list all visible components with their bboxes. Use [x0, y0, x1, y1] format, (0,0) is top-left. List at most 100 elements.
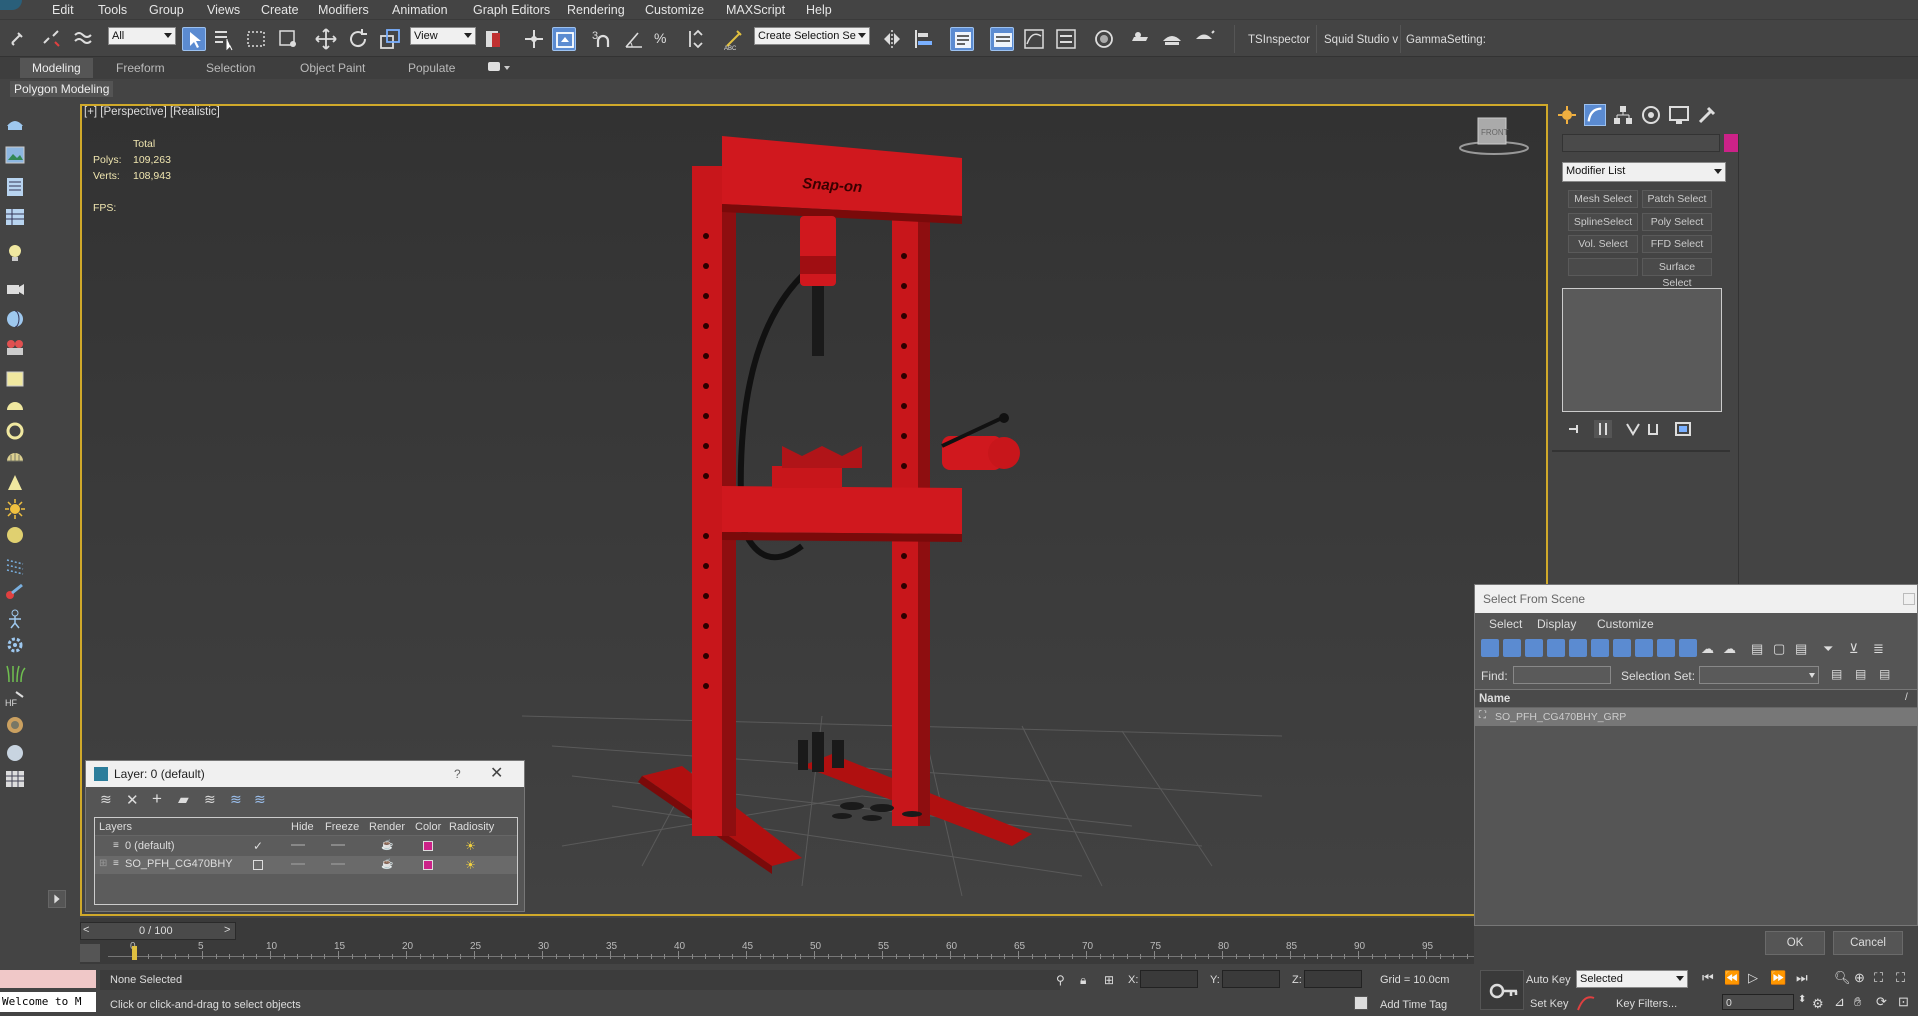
menu-views[interactable]: Views [207, 3, 240, 17]
col-radiosity[interactable]: Radiosity [449, 821, 494, 833]
col-render[interactable]: Render [369, 821, 405, 833]
list-item[interactable]: ⛶ SO_PFH_CG470BHY_GRP [1475, 708, 1917, 726]
scale-icon[interactable] [378, 27, 402, 51]
angle-snap-icon[interactable] [622, 27, 646, 51]
window-crossing-icon[interactable] [276, 27, 300, 51]
time-tag-icon[interactable] [1354, 996, 1368, 1010]
object-name-field[interactable] [1562, 134, 1720, 152]
list-options-icon[interactable]: ≣ [1873, 641, 1884, 657]
pin-stack-icon[interactable] [1566, 420, 1584, 438]
isolate-icon[interactable]: ⚲ [1056, 973, 1065, 987]
zoom-icon[interactable]: 🔍︎ [1834, 970, 1851, 986]
sfs-icon-a[interactable]: ▤ [1831, 667, 1842, 681]
col-color[interactable]: Color [415, 821, 441, 833]
select-object-icon[interactable] [182, 27, 206, 51]
light-bulb-icon[interactable] [4, 242, 26, 264]
list-view-icon[interactable] [4, 176, 26, 198]
cone-icon[interactable] [4, 472, 26, 494]
render-teapot-icon[interactable]: ☕ [381, 859, 393, 870]
object-color-swatch[interactable] [1724, 134, 1738, 152]
pivot-center-icon[interactable] [482, 27, 506, 51]
active-check-icon[interactable]: ✓ [253, 839, 263, 853]
box-window-icon[interactable] [4, 368, 26, 390]
y-coordinate-field[interactable] [1222, 970, 1280, 988]
snap-3d-icon[interactable]: 3 [590, 27, 614, 51]
plugin-tab-tsinspector[interactable]: TSInspector [1248, 34, 1310, 46]
render-teapot-icon[interactable]: ☕ [381, 840, 393, 851]
create-tab-icon[interactable] [1556, 104, 1578, 126]
menu-group[interactable]: Group [149, 3, 184, 17]
modify-tab-icon[interactable] [1584, 104, 1606, 126]
spline-select-button[interactable]: SplineSelect [1568, 213, 1638, 231]
filter-bones-icon[interactable] [1657, 639, 1675, 657]
expand-icon[interactable]: ⊞ [99, 858, 107, 869]
sun-icon[interactable] [4, 498, 26, 520]
cancel-button[interactable]: Cancel [1833, 931, 1903, 955]
select-in-layer-icon[interactable]: ▰ [178, 791, 189, 808]
filter-options-icon[interactable]: ⊻ [1849, 641, 1859, 657]
filter-containers-icon[interactable] [1679, 639, 1697, 657]
material-editor-icon[interactable] [1092, 27, 1116, 51]
layer-color-swatch[interactable] [423, 860, 433, 870]
sort-icon[interactable]: / [1905, 692, 1908, 703]
schematic-view-icon[interactable] [1054, 27, 1078, 51]
motion-tab-icon[interactable] [1640, 104, 1662, 126]
sphere-gizmo-icon[interactable] [4, 308, 26, 330]
display-influences-icon[interactable]: ▢ [1773, 641, 1785, 657]
time-cursor[interactable] [132, 946, 137, 960]
current-frame-field[interactable]: 0 [1722, 994, 1794, 1010]
fov-icon[interactable]: ⊿ [1834, 994, 1845, 1010]
ribbon-toggle-icon[interactable] [488, 62, 500, 71]
modifier-list-dropdown[interactable]: Modifier List [1562, 162, 1726, 182]
pan-icon[interactable]: ✋︎ [1854, 994, 1861, 1010]
layer-color-swatch[interactable] [423, 841, 433, 851]
set-active-toggle[interactable] [253, 860, 263, 870]
filter-cameras-icon[interactable] [1547, 639, 1565, 657]
zoom-all-icon[interactable]: ⊕ [1854, 970, 1865, 986]
maximize-icon[interactable] [1903, 593, 1915, 605]
filter-frozen-icon[interactable]: ☁ [1701, 641, 1714, 657]
next-frame-icon[interactable]: ⏩ [1770, 970, 1786, 986]
camera-icon[interactable] [4, 278, 26, 300]
add-time-tag[interactable]: Add Time Tag [1380, 999, 1447, 1011]
select-by-name-icon[interactable] [212, 27, 236, 51]
sfs-menu-select[interactable]: Select [1489, 617, 1522, 631]
table-view-icon[interactable] [4, 206, 26, 228]
show-end-result-icon[interactable] [1594, 420, 1612, 438]
remove-modifier-icon[interactable] [1644, 420, 1662, 438]
time-config-icon[interactable]: ⚙ [1812, 996, 1824, 1012]
mesh-select-button[interactable]: Mesh Select [1568, 190, 1638, 208]
freeze-all-icon[interactable]: ≋ [254, 791, 266, 808]
utilities-tab-icon[interactable] [1696, 104, 1718, 126]
menu-edit[interactable]: Edit [52, 3, 74, 17]
hf-icon[interactable]: HF [4, 688, 26, 710]
select-link-icon[interactable] [8, 27, 32, 51]
filter-hidden-icon[interactable]: ☁ [1723, 641, 1736, 657]
radiosity-icon[interactable]: ☀ [465, 858, 476, 872]
unlink-icon[interactable] [40, 27, 64, 51]
ok-button[interactable]: OK [1765, 931, 1825, 955]
keyboard-shortcut-override-icon[interactable] [552, 27, 576, 51]
key-filters-button[interactable]: Key Filters... [1616, 998, 1677, 1010]
go-to-start-icon[interactable]: ⏮ [1702, 970, 1714, 986]
sfs-menu-customize[interactable]: Customize [1597, 617, 1654, 631]
play-icon[interactable]: ▷ [1748, 970, 1758, 986]
viewport-label[interactable]: [+] [Perspective] [Realistic] [84, 106, 220, 118]
set-keys-icon[interactable] [1480, 970, 1524, 1010]
filter-helpers-icon[interactable] [1569, 639, 1587, 657]
frame-spinner-icon[interactable]: ⬍ [1798, 994, 1806, 1005]
maxscript-listener[interactable]: Welcome to M [0, 992, 96, 1012]
filter-geometry-icon[interactable] [1481, 639, 1499, 657]
mirror-icon[interactable] [880, 27, 904, 51]
maximize-viewport-icon[interactable]: ⊡ [1898, 994, 1909, 1010]
bones-icon[interactable] [4, 580, 26, 602]
filter-groups-icon[interactable] [1613, 639, 1631, 657]
hide-toggle[interactable] [291, 844, 305, 846]
menu-animation[interactable]: Animation [392, 3, 448, 17]
delete-layer-icon[interactable]: ✕ [126, 791, 139, 809]
app-logo[interactable] [0, 0, 22, 10]
orbit-icon[interactable]: ⟳ [1876, 994, 1887, 1010]
lock-selection-icon[interactable]: 🔒︎ [1080, 973, 1086, 988]
x-coordinate-field[interactable] [1140, 970, 1198, 988]
ribbon-tab-freeform[interactable]: Freeform [116, 61, 165, 75]
